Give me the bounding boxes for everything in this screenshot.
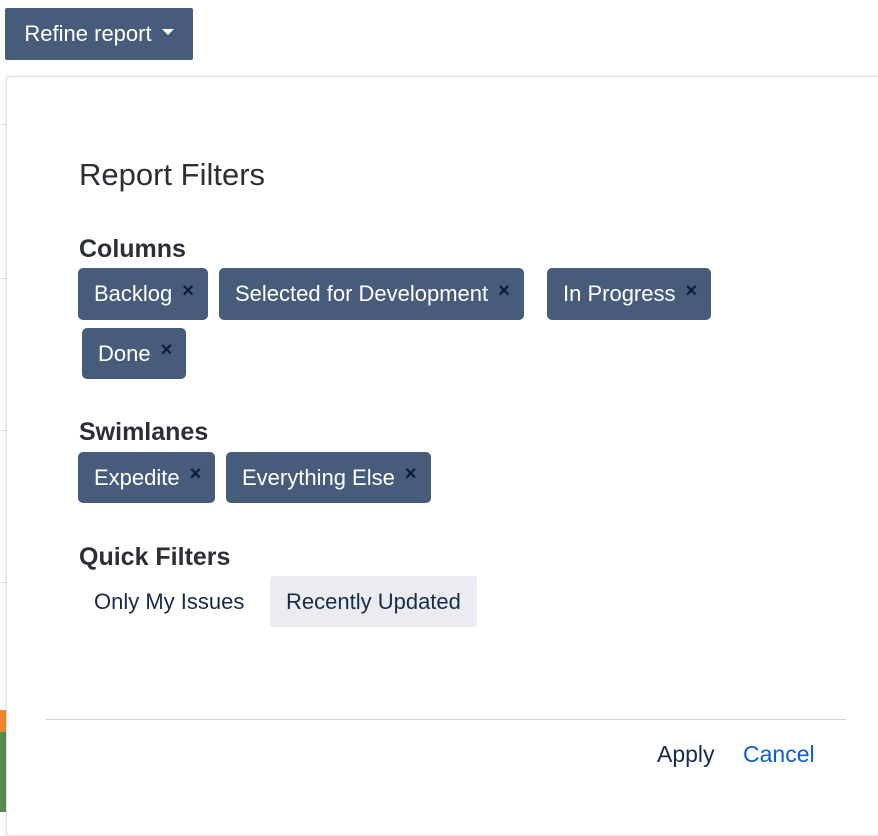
quick-filters-title: Quick Filters [79,543,231,571]
remove-icon[interactable]: × [405,463,417,486]
cancel-button[interactable]: Cancel [743,741,815,768]
footer-divider [46,719,846,720]
swimlane-chip-expedite: Expedite × [78,452,216,503]
column-chip-done: Done × [82,328,187,379]
report-filters-panel: Report Filters Columns Backlog × Selecte… [6,76,878,836]
chevron-down-icon [161,29,174,35]
column-chip-selected-for-development: Selected for Development × [219,268,524,320]
refine-report-button[interactable]: Refine report [5,8,193,60]
refine-report-label: Refine report [24,21,152,46]
remove-icon[interactable]: × [182,280,194,303]
column-chip-in-progress: In Progress × [547,268,712,320]
remove-icon[interactable]: × [686,280,698,303]
remove-icon[interactable]: × [190,463,202,486]
chip-label: Done [98,340,151,366]
column-chip-backlog: Backlog × [78,268,208,320]
chip-label: Expedite [94,464,180,490]
quick-filter-only-my-issues[interactable]: Only My Issues [78,576,260,627]
chip-label: Everything Else [242,464,395,490]
swimlane-chip-everything-else: Everything Else × [226,452,431,503]
chip-label: Selected for Development [235,281,489,306]
apply-button[interactable]: Apply [657,741,715,768]
chip-label: Backlog [94,281,173,306]
swimlanes-title: Swimlanes [79,418,209,446]
remove-icon[interactable]: × [498,280,510,303]
remove-icon[interactable]: × [161,339,173,362]
columns-title: Columns [79,235,186,263]
panel-title: Report Filters [79,157,266,192]
quick-filter-recently-updated[interactable]: Recently Updated [270,576,477,627]
chip-label: In Progress [563,281,676,306]
